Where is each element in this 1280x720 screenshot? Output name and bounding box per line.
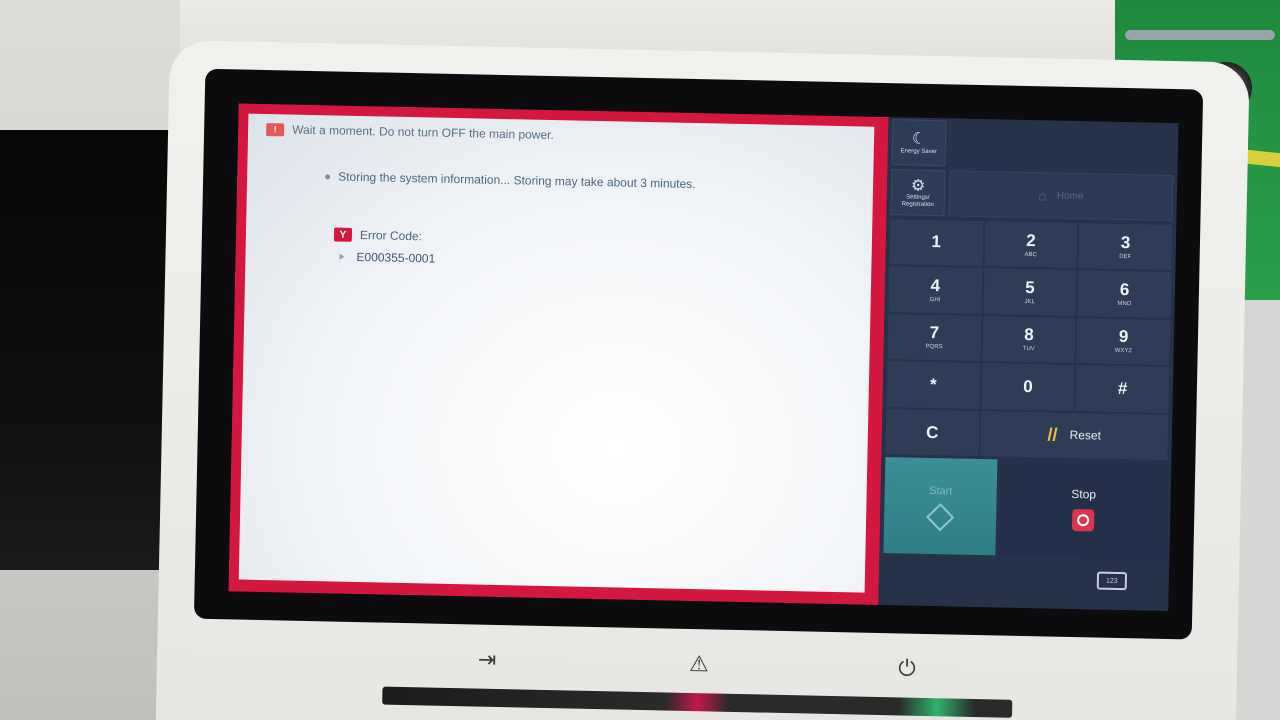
arrow-icon <box>339 253 345 260</box>
stop-button[interactable]: Stop <box>999 459 1168 559</box>
key-sub: GHI <box>929 297 941 304</box>
screen-bezel: ! Wait a moment. Do not turn OFF the mai… <box>193 68 1204 640</box>
key-sub: DEF <box>1119 253 1132 260</box>
key-2[interactable]: 2 ABC <box>984 221 1078 269</box>
key-sub: WXYZ <box>1114 348 1133 355</box>
reset-button[interactable]: // Reset <box>980 410 1169 460</box>
counter-check-button[interactable]: 123 <box>1096 571 1128 591</box>
stop-icon <box>1071 509 1095 532</box>
key-num: 3 <box>1120 232 1131 252</box>
key-num: 4 <box>930 276 941 296</box>
home-button[interactable]: ⌂ Home <box>948 170 1174 222</box>
error-code-line: E000355-0001 <box>339 250 435 266</box>
key-sub: PQRS <box>925 344 943 351</box>
key-hash[interactable]: # <box>1075 365 1170 413</box>
key-num: 9 <box>1118 327 1129 347</box>
storing-line: Storing the system information... Storin… <box>325 169 696 191</box>
warning-text: Wait a moment. Do not turn OFF the main … <box>292 122 554 143</box>
key-3[interactable]: 3 DEF <box>1078 223 1173 271</box>
reset-label: Reset <box>1069 428 1102 443</box>
error-title: Error Code: <box>359 228 423 244</box>
storing-text: Storing the system information... Storin… <box>338 169 696 192</box>
home-label: Home <box>1056 190 1084 202</box>
gear-icon: ⚙ <box>910 177 926 195</box>
bullet-icon <box>325 173 331 179</box>
error-code: E000355-0001 <box>356 249 436 266</box>
error-message-panel: ! Wait a moment. Do not turn OFF the mai… <box>228 103 889 605</box>
key-num: 7 <box>929 323 940 343</box>
touch-screen: ! Wait a moment. Do not turn OFF the mai… <box>228 103 1179 612</box>
key-num: # <box>1117 379 1128 399</box>
key-sub: TUV <box>1022 346 1035 353</box>
key-6[interactable]: 6 MNO <box>1077 270 1172 318</box>
counter-icon: 123 <box>1105 577 1118 585</box>
settings-label: Settings/ Registration <box>901 194 934 208</box>
key-sub: JKL <box>1024 299 1035 306</box>
cart-rail <box>1125 30 1275 40</box>
start-label: Start <box>928 484 953 498</box>
keypad-panel: ☾ Energy Saver ⚙ Settings/ Registration … <box>878 117 1179 612</box>
start-button[interactable]: Start <box>883 457 998 556</box>
key-0[interactable]: 0 <box>981 363 1075 411</box>
key-star[interactable]: * <box>886 361 981 409</box>
error-title-line: Y Error Code: <box>333 227 423 244</box>
key-num: 2 <box>1026 230 1036 250</box>
error-alert-icon: ⚠ <box>688 651 710 677</box>
key-num: 0 <box>1022 377 1033 397</box>
reset-icon: // <box>1047 424 1058 445</box>
warning-icon: ! <box>266 122 285 136</box>
status-led-bar <box>382 686 1013 718</box>
warning-line: ! Wait a moment. Do not turn OFF the mai… <box>266 122 554 142</box>
key-8[interactable]: 8 TUV <box>982 315 1076 364</box>
key-num: 1 <box>931 231 942 251</box>
numeric-keypad: 1 2 ABC 3 DEF 4 GHI 5 JKL 6 MNO 7 PQRS 8 TUV 9W… <box>885 219 1173 460</box>
key-4[interactable]: 4 GHI <box>888 266 983 314</box>
key-sub: MNO <box>1117 300 1132 308</box>
key-9[interactable]: 9 WXYZ <box>1076 317 1171 366</box>
key-num: * <box>929 375 937 395</box>
power-icon[interactable]: ⏻ <box>889 653 926 684</box>
error-icon: Y <box>333 227 353 242</box>
stop-label: Stop <box>1071 486 1097 502</box>
clear-button[interactable]: C <box>885 408 980 457</box>
key-num: 6 <box>1119 280 1130 300</box>
message-area: ! Wait a moment. Do not turn OFF the mai… <box>238 113 875 593</box>
key-1[interactable]: 1 <box>889 219 984 267</box>
control-panel: ! Wait a moment. Do not turn OFF the mai… <box>155 40 1250 720</box>
key-num: 5 <box>1025 278 1035 298</box>
key-7[interactable]: 7 PQRS <box>887 313 982 362</box>
home-icon: ⌂ <box>1038 187 1047 204</box>
start-icon <box>926 503 955 532</box>
login-icon[interactable]: ⇥ <box>469 644 506 675</box>
energy-saver-label: Energy Saver <box>900 147 938 155</box>
energy-saver-button[interactable]: ☾ Energy Saver <box>891 119 947 167</box>
moon-icon: ☾ <box>911 130 927 148</box>
key-num: 8 <box>1024 325 1034 345</box>
key-sub: ABC <box>1024 251 1037 258</box>
settings-button[interactable]: ⚙ Settings/ Registration <box>890 169 946 217</box>
key-5[interactable]: 5 JKL <box>983 268 1077 316</box>
clear-label: C <box>925 422 939 442</box>
